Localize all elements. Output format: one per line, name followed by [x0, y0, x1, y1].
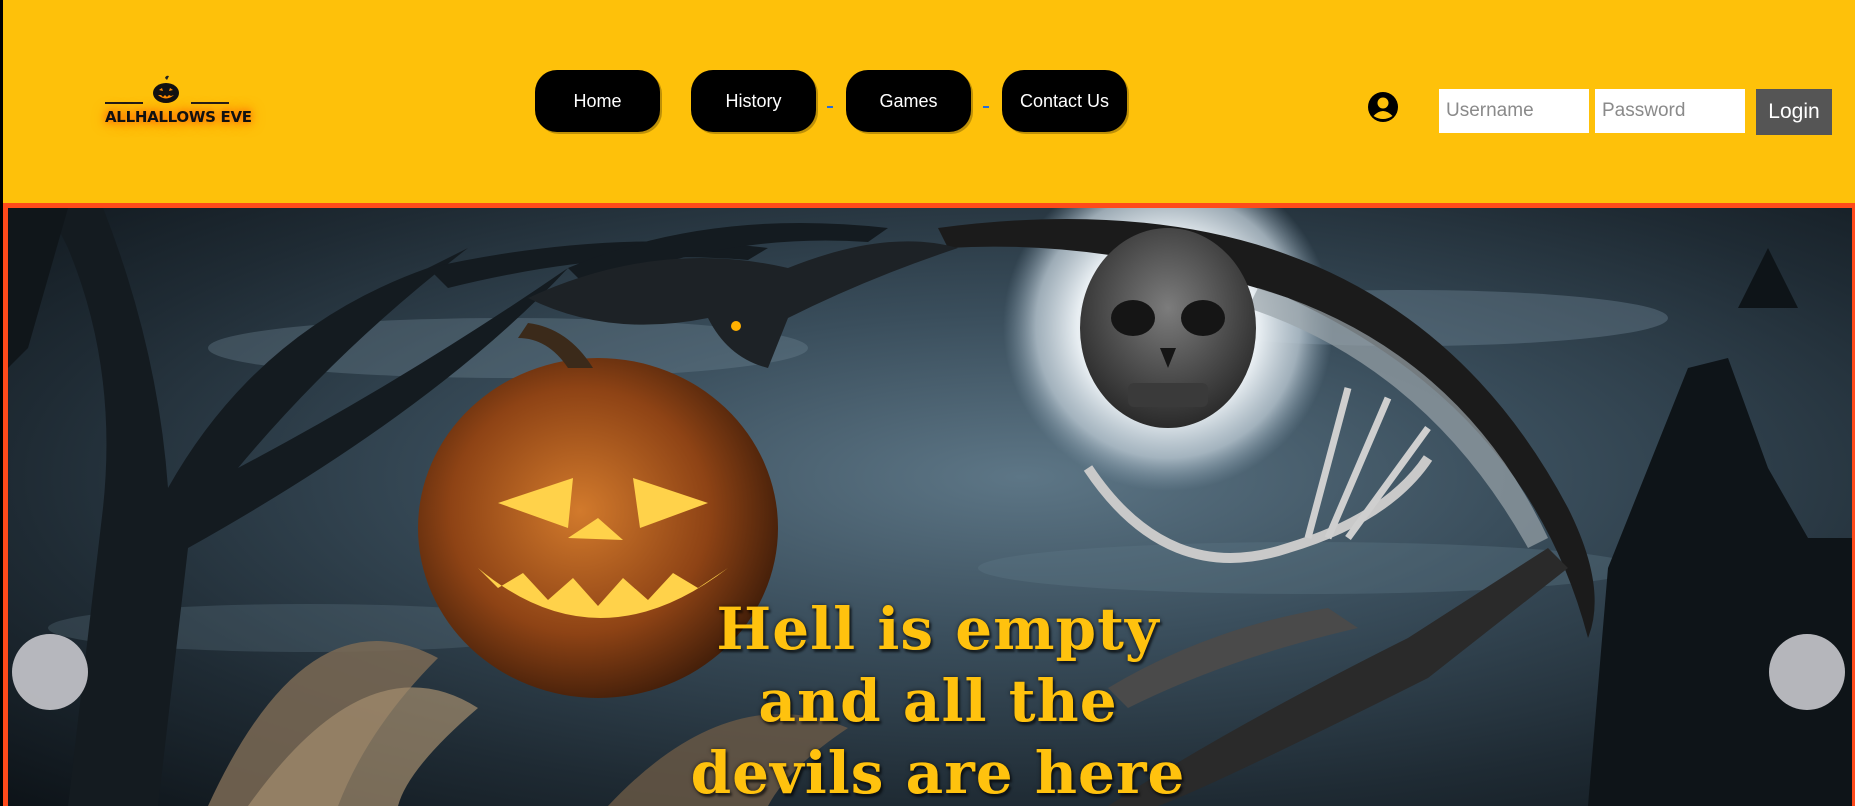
hero-carousel: Hell is empty and all the devils are her…: [3, 203, 1855, 806]
page: ALLHALLOWS EVE Home History Games Contac…: [0, 0, 1855, 806]
password-input[interactable]: [1595, 89, 1745, 133]
username-input[interactable]: [1439, 89, 1589, 133]
nav-contact-us-button[interactable]: Contact Us: [1002, 70, 1127, 132]
nav-separator: [983, 106, 989, 108]
hero-slide: Hell is empty and all the devils are her…: [8, 208, 1852, 806]
hero-quote-line: Hell is empty: [716, 595, 1160, 663]
nav-history-button[interactable]: History: [691, 70, 816, 132]
nav-separator: [827, 106, 833, 108]
logo-left-rule: [105, 102, 143, 104]
hero-quote-line: and all the: [758, 667, 1118, 735]
nav-games-button[interactable]: Games: [846, 70, 971, 132]
login-button[interactable]: Login: [1756, 89, 1832, 135]
logo-right-rule: [191, 102, 229, 104]
pumpkin-icon: [153, 75, 179, 103]
hero-quote-line: devils are here: [690, 739, 1186, 806]
nav-home-button[interactable]: Home: [535, 70, 660, 132]
hero-quote: Hell is empty and all the devils are her…: [608, 593, 1268, 806]
site-header: ALLHALLOWS EVE Home History Games Contac…: [3, 0, 1855, 203]
logo-text: ALLHALLOWS EVE: [105, 108, 252, 126]
user-circle-icon[interactable]: [1367, 91, 1399, 123]
carousel-prev-arrow[interactable]: [12, 634, 88, 710]
site-logo[interactable]: ALLHALLOWS EVE: [105, 75, 252, 137]
carousel-next-arrow[interactable]: [1769, 634, 1845, 710]
